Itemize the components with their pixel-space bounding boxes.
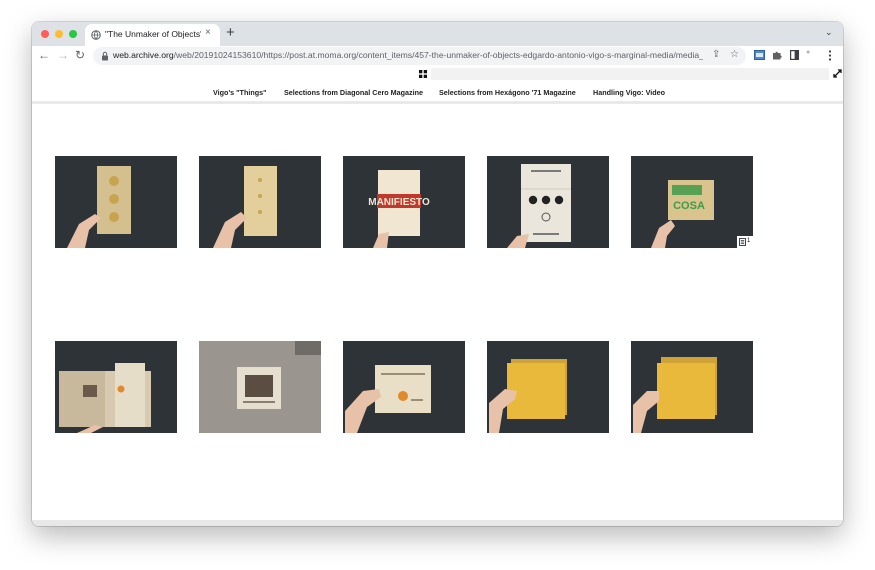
stamped-card-photo [345,365,431,433]
document-count: 1 [747,238,751,244]
side-panel-icon[interactable] [790,50,799,60]
reload-icon[interactable]: ↻ [75,48,85,62]
folded-card-photo [59,363,151,433]
unfolded-sheet-photo [507,164,571,248]
menu-kebab-icon[interactable] [828,50,832,61]
address-bar[interactable]: web.archive.org/web/20191024153610/https… [93,47,746,65]
extensions-puzzle-icon[interactable] [772,50,782,60]
tab-search-chevron-icon[interactable]: ⌄ [825,27,833,38]
gallery-thumbnail-4[interactable] [487,156,609,248]
gallery-thumbnail-8[interactable] [343,341,465,433]
globe-icon [91,30,101,40]
tab-title: "The Unmaker of Objects": Ed [105,29,201,39]
nav-link-diagonal-cero[interactable]: Selections from Diagonal Cero Magazine [284,88,423,97]
bookmark-star-icon[interactable]: ☆ [730,49,739,60]
zoom-window-button[interactable] [69,30,77,38]
section-nav: Vigo's "Things" Selections from Diagonal… [32,84,843,104]
close-window-button[interactable] [41,30,49,38]
profile-icon[interactable]: ● [806,49,810,56]
expand-arrows-icon[interactable] [833,69,842,78]
mounted-slide-photo [199,341,321,433]
gallery-thumbnail-9[interactable] [487,341,609,433]
url-path: /web/20191024153610/https://post.at.moma… [173,50,703,60]
browser-toolbar: ← → ↻ web.archive.org/web/20191024153610… [32,46,843,66]
gallery-thumbnail-6[interactable] [55,341,177,433]
new-tab-button[interactable]: + [226,24,235,41]
lock-icon [102,51,108,61]
gallery-thumbnail-2[interactable] [199,156,321,248]
url-text[interactable]: web.archive.org/web/20191024153610/https… [113,50,703,60]
document-icon [739,238,746,246]
booklet-photo [213,166,277,248]
gallery-thumbnail-7[interactable] [199,341,321,433]
gallery-thumbnail-10[interactable] [631,341,753,433]
gallery-thumbnail-1[interactable] [55,156,177,248]
stamped-booklet-photo: COSA [651,180,714,248]
page-bottom-edge [32,520,843,526]
nav-link-vigos-things[interactable]: Vigo's "Things" [213,88,267,97]
tab-strip: "The Unmaker of Objects": Ed × + ⌄ [32,22,843,46]
manifiesto-text: MANIFIESTO [368,197,430,208]
gallery-thumbnail-5[interactable]: COSA 1 [631,156,753,248]
back-arrow-icon[interactable]: ← [38,48,50,62]
nav-link-handling-vigo-video[interactable]: Handling Vigo: Video [593,88,665,97]
minimize-window-button[interactable] [55,30,63,38]
grid-icon[interactable] [419,70,427,78]
browser-window: "The Unmaker of Objects": Ed × + ⌄ ← → ↻… [32,22,843,526]
close-tab-icon[interactable]: × [205,27,211,38]
share-icon[interactable]: ⇪ [712,49,720,60]
wayback-search-field[interactable] [431,68,829,80]
wayback-toolbar [32,66,843,80]
url-host: web.archive.org [113,50,174,60]
forward-arrow-icon[interactable]: → [57,48,69,62]
wayback-extension-icon[interactable] [754,50,765,60]
cosa-text: COSA [673,200,705,212]
yellow-sheets-photo [489,359,567,433]
yellow-sheets-photo [633,357,717,433]
gallery-thumbnail-3[interactable]: MANIFIESTO [343,156,465,248]
booklet-photo: MANIFIESTO [368,170,430,248]
booklet-photo [67,166,131,248]
document-count-badge: 1 [737,236,753,248]
active-tab[interactable]: "The Unmaker of Objects": Ed × [85,24,220,46]
nav-link-hexagono-71[interactable]: Selections from Hexágono '71 Magazine [439,88,576,97]
web-page: Vigo's "Things" Selections from Diagonal… [32,66,843,526]
